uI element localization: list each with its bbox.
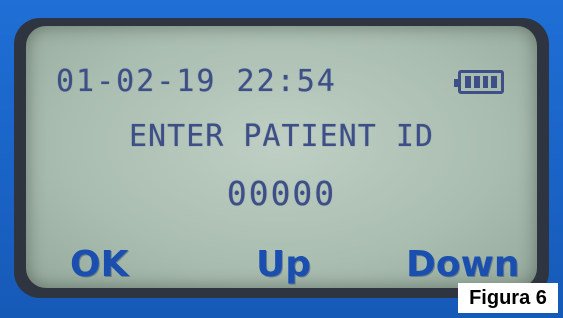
lcd-display: 01-02-19 22:54 ENTER PATIENT ID 00000 OK… <box>26 26 537 288</box>
down-softkey[interactable]: Down <box>406 244 520 285</box>
datetime-readout: 01-02-19 22:54 <box>56 64 337 99</box>
device-body: 01-02-19 22:54 ENTER PATIENT ID 00000 OK… <box>0 0 563 318</box>
battery-cell <box>473 76 480 88</box>
battery-icon <box>454 70 504 94</box>
up-softkey[interactable]: Up <box>256 244 311 285</box>
figure-caption: Figura 6 <box>458 283 558 313</box>
battery-cell <box>491 76 497 88</box>
battery-cell <box>482 76 489 88</box>
enter-patient-id-prompt: ENTER PATIENT ID <box>129 119 434 154</box>
ok-softkey[interactable]: OK <box>70 244 129 285</box>
patient-id-field[interactable]: 00000 <box>26 174 537 213</box>
battery-cell <box>465 76 471 88</box>
